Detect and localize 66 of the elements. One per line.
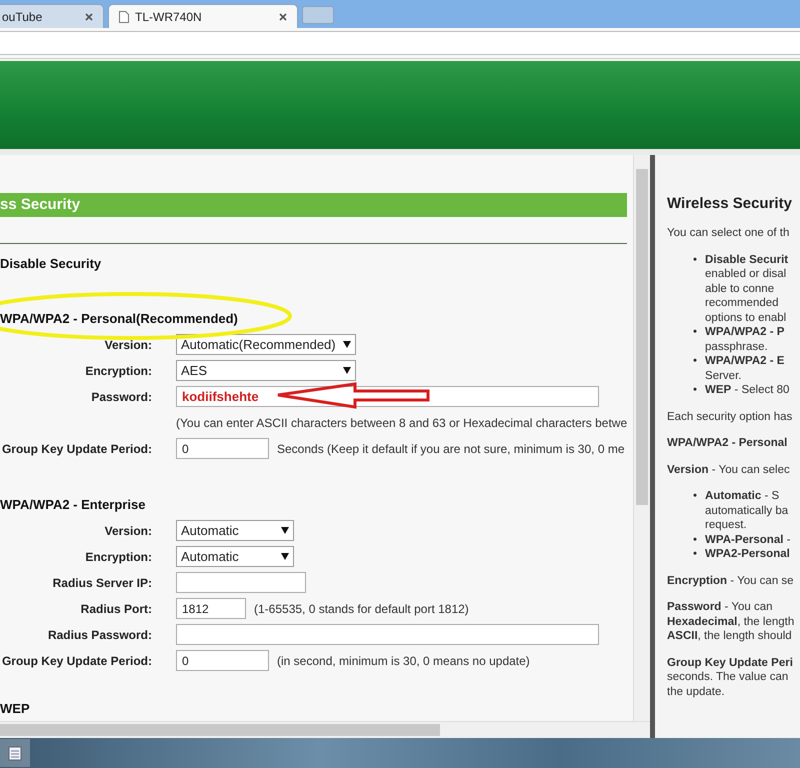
option-label[interactable]: Disable Security bbox=[0, 256, 633, 271]
field-label: Version: bbox=[104, 338, 152, 352]
help-list-item: WPA-Personal - bbox=[705, 532, 790, 547]
field-label: Group Key Update Period: bbox=[0, 442, 152, 456]
caret-icon bbox=[281, 553, 289, 560]
horizontal-scrollbar[interactable] bbox=[0, 721, 650, 738]
bullet-mark: • bbox=[693, 252, 698, 268]
help-list-item: Automatic - S automatically ba request. bbox=[705, 489, 788, 532]
field-note: (You can enter ASCII characters between 8 and 63 or Hexadecimal characters betwe bbox=[176, 416, 628, 430]
taskbar-button[interactable] bbox=[0, 739, 30, 767]
notepad-icon bbox=[8, 745, 22, 761]
bullet-mark: • bbox=[693, 547, 698, 562]
caret-icon bbox=[343, 341, 351, 348]
input-field[interactable]: 0 bbox=[176, 438, 269, 459]
field-note: (1-65535, 0 stands for default port 1812) bbox=[254, 602, 469, 616]
bullet-mark: • bbox=[693, 354, 698, 369]
input-field[interactable]: 0 bbox=[176, 650, 269, 671]
field-label: Password: bbox=[90, 390, 152, 404]
close-icon[interactable] bbox=[85, 12, 93, 20]
dropdown[interactable]: Automatic(Recommended) bbox=[176, 334, 356, 355]
bullet-mark: • bbox=[693, 532, 698, 547]
help-text: WPA/WPA2 - Personal bbox=[667, 436, 788, 450]
input-field[interactable]: 1812 bbox=[176, 598, 246, 619]
field-label: Radius Server IP: bbox=[52, 576, 152, 590]
dropdown[interactable]: Automatic bbox=[176, 546, 294, 567]
caret-icon bbox=[343, 367, 351, 374]
bullet-mark: • bbox=[693, 489, 698, 504]
field-label: Version: bbox=[104, 524, 152, 538]
help-list-item: WPA/WPA2 - E Server. bbox=[705, 354, 784, 383]
option-label[interactable]: WPA/WPA2 - Personal(Recommended) bbox=[0, 311, 633, 326]
help-text: Each security option has bbox=[667, 410, 794, 424]
help-title: Wireless Security bbox=[667, 195, 793, 212]
field-label: Radius Password: bbox=[46, 628, 152, 642]
new-tab-button[interactable] bbox=[302, 6, 334, 24]
address-bar[interactable] bbox=[0, 31, 800, 55]
caret-icon bbox=[281, 527, 289, 534]
help-text: Version - You can selec bbox=[667, 462, 791, 477]
field-label: Encryption: bbox=[84, 550, 152, 564]
dropdown[interactable]: Automatic bbox=[176, 520, 294, 541]
option-label[interactable]: WEP bbox=[0, 701, 633, 716]
input-field[interactable] bbox=[176, 624, 599, 645]
help-list-item: Disable Securit enabled or disal able to conne recommended options to enabl bbox=[705, 252, 788, 325]
field-note: (in second, minimum is 30, 0 means no update) bbox=[277, 654, 530, 668]
bullet-mark: • bbox=[693, 383, 698, 398]
vertical-scrollbar[interactable] bbox=[633, 155, 650, 721]
help-list-item: WPA2-Personal bbox=[705, 547, 790, 562]
browser-tab[interactable]: ouTube bbox=[0, 4, 104, 28]
help-text: Password - You can Hexadecimal, the length ASCII, the length should bbox=[667, 600, 796, 644]
page-icon bbox=[119, 10, 129, 22]
field-note: Seconds (Keep it default if you are not sure, minimum is 30, 0 me bbox=[277, 442, 625, 456]
field-label: Group Key Update Period: bbox=[0, 654, 152, 668]
browser-tab[interactable]: TL-WR740N bbox=[108, 4, 298, 28]
input-field[interactable]: kodiifshehte bbox=[176, 386, 599, 407]
close-icon[interactable] bbox=[279, 12, 287, 20]
field-label: Encryption: bbox=[84, 364, 152, 378]
help-text: Group Key Update Peri seconds. The value can the update. bbox=[667, 656, 794, 699]
option-label[interactable]: WPA/WPA2 - Enterprise bbox=[0, 497, 633, 512]
help-list-item: WEP - Select 80 bbox=[705, 383, 790, 398]
input-field[interactable] bbox=[176, 572, 306, 593]
dropdown[interactable]: AES bbox=[176, 360, 356, 381]
help-text: Encryption - You can se bbox=[667, 574, 795, 588]
bullet-mark: • bbox=[693, 325, 698, 340]
help-text: You can select one of th bbox=[667, 226, 790, 240]
help-list-item: WPA/WPA2 - P passphrase. bbox=[705, 325, 784, 354]
field-label: Radius Port: bbox=[80, 602, 152, 616]
section-title: ss Security bbox=[0, 193, 627, 217]
